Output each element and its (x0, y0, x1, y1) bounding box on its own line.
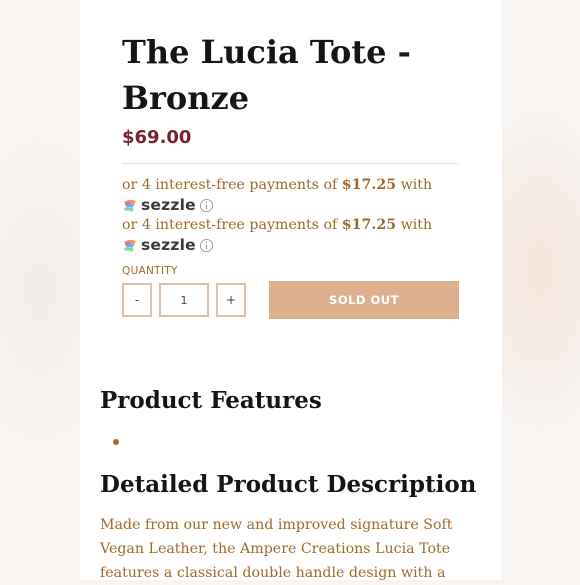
sezzle-logo-icon (124, 239, 136, 252)
features-list-item (113, 439, 119, 445)
sezzle-installment-text: or 4 interest-free payments of $17.25 wi… (122, 177, 433, 193)
quantity-input[interactable] (159, 283, 209, 317)
product-title: The Lucia Tote - Bronze (122, 33, 411, 117)
product-price: $69.00 (122, 127, 192, 148)
info-icon[interactable] (199, 238, 214, 253)
quantity-increase-button[interactable]: + (216, 283, 246, 317)
sezzle-installments[interactable]: or 4 interest-free payments of $17.25 wi… (122, 215, 462, 255)
sezzle-wordmark: sezzle (141, 236, 196, 254)
sezzle-installments[interactable]: or 4 interest-free payments of $17.25 wi… (122, 175, 462, 215)
product-page: The Lucia Tote - Bronze $69.00 or 4 inte… (80, 0, 502, 581)
divider (122, 163, 459, 164)
quantity-decrease-button[interactable]: - (122, 283, 152, 317)
product-description-text: Made from our new and improved signature… (100, 517, 453, 581)
sold-out-button[interactable]: SOLD OUT (269, 281, 459, 319)
sezzle-amount: $17.25 (341, 177, 397, 193)
sezzle-logo-icon (124, 199, 136, 212)
sezzle-installment-text: or 4 interest-free payments of $17.25 wi… (122, 217, 433, 233)
sezzle-amount: $17.25 (341, 217, 397, 233)
quantity-label: QUANTITY (122, 265, 178, 277)
sezzle-logo-row: sezzle (122, 235, 462, 255)
product-features-heading: Product Features (100, 387, 322, 414)
sezzle-logo-row: sezzle (122, 195, 462, 215)
product-description-heading: Detailed Product Description (100, 471, 477, 498)
sezzle-wordmark: sezzle (141, 196, 196, 214)
info-icon[interactable] (199, 198, 214, 213)
